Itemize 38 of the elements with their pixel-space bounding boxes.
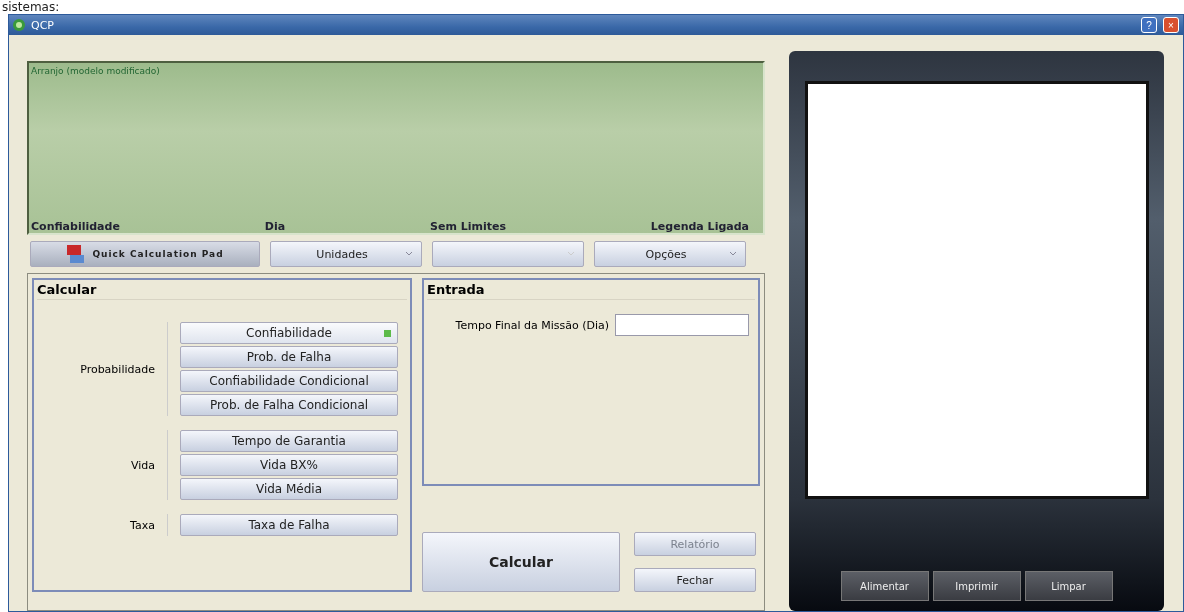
plot-footer-label: Sem Limites — [430, 220, 506, 233]
calculate-button[interactable]: Calcular — [422, 532, 620, 592]
help-button[interactable]: ? — [1141, 17, 1157, 33]
selected-indicator-icon — [384, 330, 391, 337]
group-title: Calcular — [37, 282, 407, 300]
caption-text: sistemas: — [1, 0, 61, 14]
category-label: Taxa — [129, 518, 155, 532]
chevron-icon — [567, 251, 575, 257]
input-field[interactable] — [615, 314, 749, 336]
printer-button[interactable]: Imprimir — [932, 571, 1021, 601]
chevron-icon — [405, 251, 413, 257]
field-label: Tempo Final da Missão (Dia) — [455, 318, 609, 332]
window-title: QCP — [31, 18, 55, 32]
dropdown-button[interactable]: Opções — [594, 241, 746, 267]
app-icon — [13, 19, 25, 31]
printer-button[interactable]: Limpar — [1024, 571, 1113, 601]
calculation-button[interactable]: Vida BX% — [180, 454, 398, 476]
printer-button[interactable]: Alimentar — [840, 571, 929, 601]
qcp-logo-icon — [66, 244, 87, 264]
quick-calculation-pad-button[interactable]: Quick Calculation Pad — [30, 241, 260, 267]
calculation-button[interactable]: Confiabilidade — [180, 322, 398, 344]
calculation-button[interactable]: Taxa de Falha — [180, 514, 398, 536]
close-button[interactable]: × — [1163, 17, 1179, 33]
plot-footer-label: Legenda Ligada — [650, 220, 749, 233]
group-title: Entrada — [427, 282, 755, 300]
chevron-icon — [729, 251, 737, 257]
calculation-button[interactable]: Prob. de Falha Condicional — [180, 394, 398, 416]
calculation-button[interactable]: Tempo de Garantia — [180, 430, 398, 452]
dropdown-button[interactable]: Unidades — [270, 241, 422, 267]
plot-footer-label: Confiabilidade — [31, 220, 120, 233]
calculation-button[interactable]: Vida Média — [180, 478, 398, 500]
category-label: Probabilidade — [79, 362, 155, 376]
calculation-button[interactable]: Prob. de Falha — [180, 346, 398, 368]
close-dialog-button[interactable]: Fechar — [634, 568, 756, 592]
category-label: Vida — [129, 458, 155, 472]
plot-title: Arranjo (modelo modificado) — [30, 65, 161, 78]
plot-footer-label: Dia — [264, 220, 286, 233]
calculation-button[interactable]: Confiabilidade Condicional — [180, 370, 398, 392]
